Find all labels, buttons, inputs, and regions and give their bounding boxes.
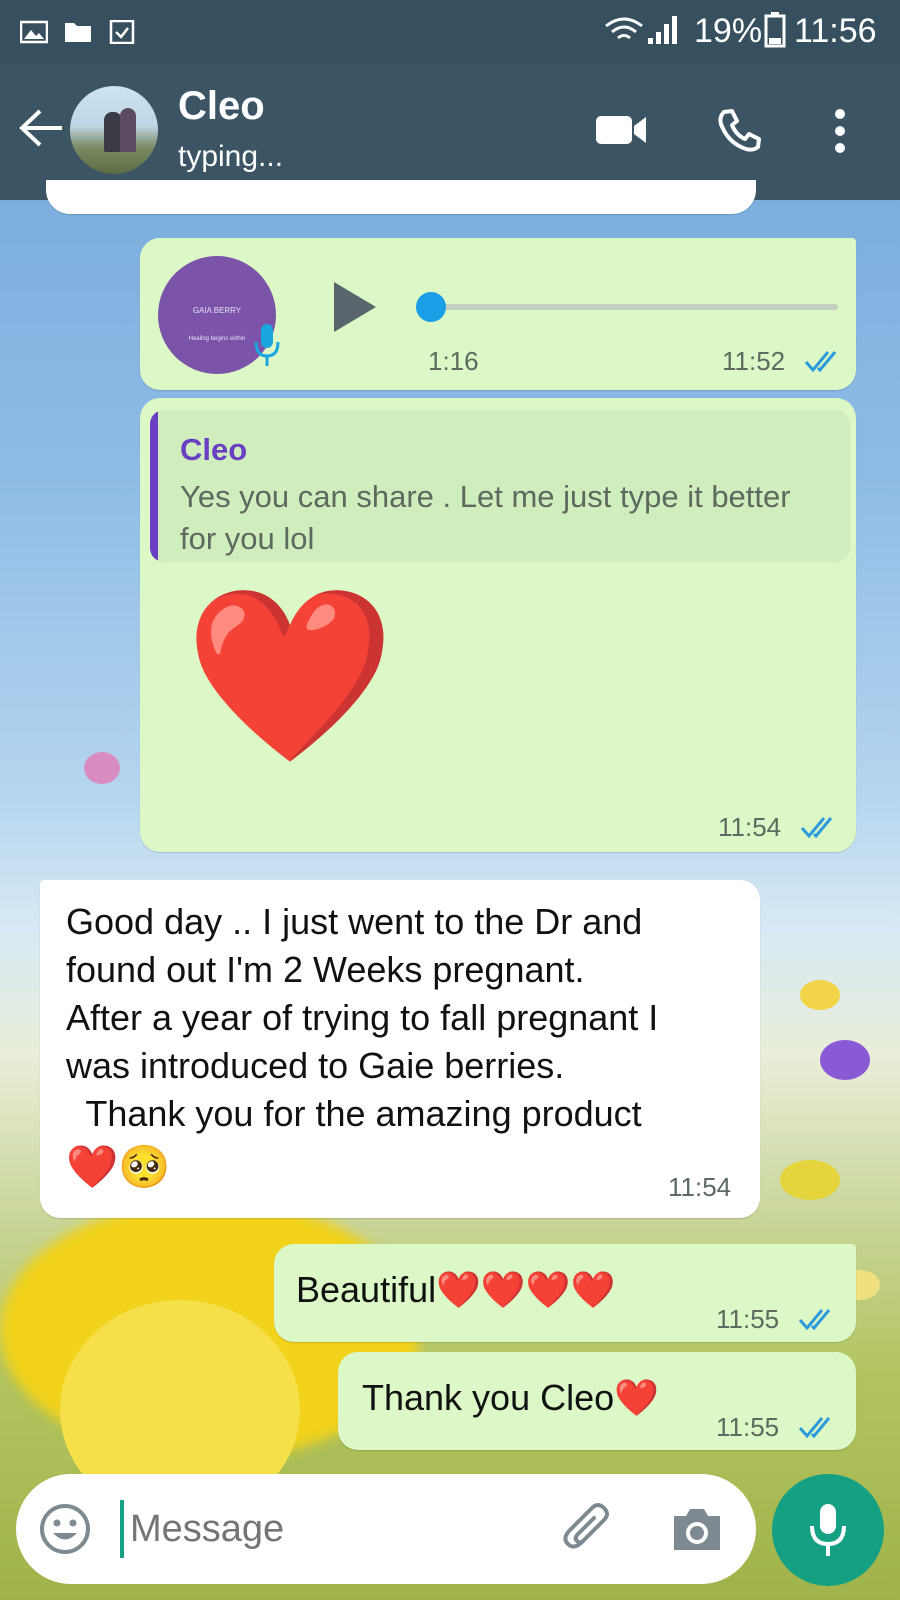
voice-duration: 1:16: [428, 346, 479, 376]
battery-icon: [764, 12, 786, 48]
emoji-icon[interactable]: [38, 1502, 92, 1556]
quoted-message[interactable]: Cleo Yes you can share . Let me just typ…: [150, 410, 850, 562]
signal-icon: [648, 16, 677, 44]
wallpaper-flower: [800, 980, 840, 1010]
wallpaper-flower: [780, 1160, 840, 1200]
quote-bar: [150, 410, 158, 562]
mic-badge-icon: [254, 324, 280, 366]
mic-icon: [810, 1504, 846, 1556]
incoming-line-3: After a year of trying to fall pregnant …: [66, 997, 659, 1038]
voice-avatar-brand: GAIA BERRY: [192, 306, 242, 315]
quoted-text: Yes you can share . Let me just type it …: [180, 479, 791, 556]
outgoing-time: 11:55: [716, 1412, 780, 1442]
reply-body-heart: ❤️: [184, 581, 396, 771]
message-input[interactable]: [128, 1498, 552, 1560]
read-ticks-icon: [798, 1309, 831, 1331]
voice-progress-track[interactable]: [430, 304, 838, 310]
voice-message-bubble[interactable]: GAIA BERRY Healing begins within 1:16 11…: [140, 238, 856, 390]
folder-icon: [65, 23, 91, 42]
message-composer[interactable]: [16, 1474, 756, 1584]
incoming-line-1: Good day .. I just went to the Dr and: [66, 901, 643, 942]
mic-button[interactable]: [772, 1474, 884, 1586]
incoming-line-2: found out I'm 2 Weeks pregnant.: [66, 949, 585, 990]
incoming-line-6: ❤️🥺: [66, 1143, 171, 1190]
more-vert-icon[interactable]: [830, 108, 850, 154]
voice-time: 11:52: [722, 346, 786, 376]
paperclip-icon[interactable]: [560, 1502, 616, 1558]
camera-icon[interactable]: [670, 1504, 724, 1554]
back-arrow-icon[interactable]: [18, 108, 64, 148]
download-check-icon: [109, 20, 135, 44]
outgoing-time: 11:55: [716, 1304, 780, 1334]
status-bar: 19% 11:56: [0, 0, 900, 64]
text-cursor: [120, 1500, 124, 1558]
outgoing-message-bubble[interactable]: Thank you Cleo❤️ 11:55: [338, 1352, 856, 1450]
gallery-icon: [20, 20, 48, 44]
outgoing-text: Beautiful❤️❤️❤️❤️: [296, 1269, 616, 1310]
wifi-icon: [605, 17, 643, 40]
video-call-icon[interactable]: [594, 112, 648, 148]
incoming-message-bubble[interactable]: Good day .. I just went to the Dr and fo…: [40, 880, 760, 1218]
read-ticks-icon: [798, 1417, 831, 1439]
contact-status: typing...: [178, 140, 284, 173]
reply-message-bubble[interactable]: Cleo Yes you can share . Let me just typ…: [140, 398, 856, 852]
voice-progress-knob[interactable]: [416, 292, 446, 322]
incoming-line-4: was introduced to Gaie berries.: [66, 1045, 565, 1086]
incoming-time: 11:54: [668, 1172, 732, 1202]
read-ticks-icon: [800, 817, 833, 839]
play-icon[interactable]: [332, 280, 378, 334]
read-ticks-icon: [804, 351, 837, 373]
avatar[interactable]: [70, 86, 158, 174]
wallpaper-flower: [84, 752, 120, 784]
avatar-figure: [120, 108, 136, 152]
incoming-line-5: Thank you for the amazing product: [66, 1093, 642, 1134]
phone-call-icon[interactable]: [718, 108, 762, 152]
reply-time: 11:54: [718, 812, 782, 842]
battery-percent: 19%: [694, 12, 763, 50]
previous-message-edge: [46, 180, 756, 214]
outgoing-text: Thank you Cleo❤️: [362, 1377, 659, 1418]
contact-name[interactable]: Cleo: [178, 84, 265, 129]
status-time: 11:56: [794, 12, 877, 50]
wallpaper-flower: [820, 1040, 870, 1080]
outgoing-message-bubble[interactable]: Beautiful❤️❤️❤️❤️ 11:55: [274, 1244, 856, 1342]
quoted-author: Cleo: [180, 432, 248, 467]
